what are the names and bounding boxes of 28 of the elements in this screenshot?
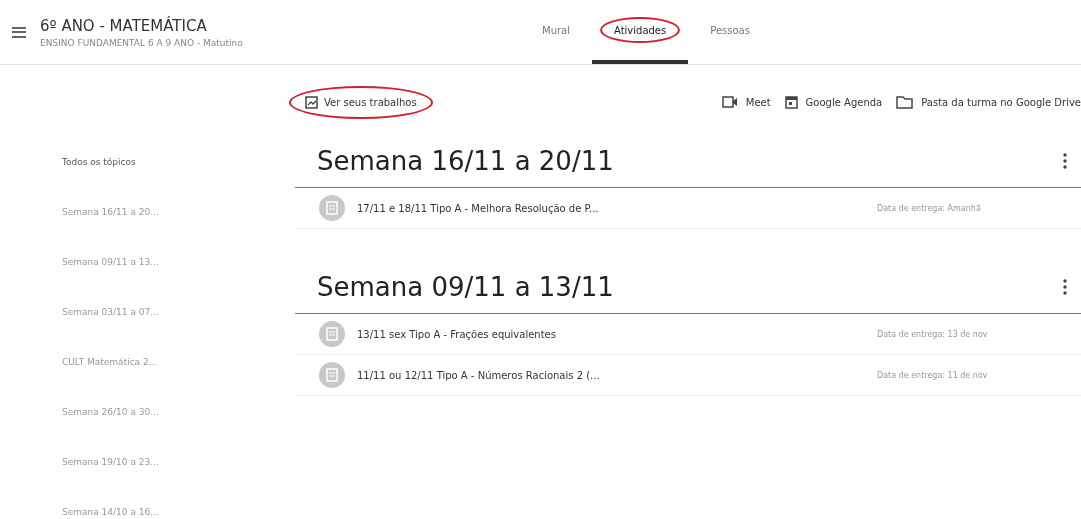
- class-subtitle: ENSINO FUNDAMENTAL 6 A 9 ANO - Matutino: [40, 37, 244, 48]
- nav-tab[interactable]: Pessoas: [688, 0, 772, 64]
- topic-link[interactable]: Todos os tópicos: [0, 157, 295, 207]
- toolbar-link[interactable]: Meet: [721, 95, 771, 109]
- nav-tab[interactable]: Atividades: [592, 0, 689, 64]
- calendar-icon: [784, 95, 798, 109]
- assignment-icon: [319, 362, 345, 388]
- assignment-icon: [305, 95, 318, 109]
- due-date: Data de entrega: 11 de nov: [877, 370, 988, 380]
- assignment-title[interactable]: 17/11 e 18/11 Tipo A - Melhora Resolução de P...: [357, 202, 877, 214]
- more-options-icon[interactable]: [1063, 279, 1067, 295]
- folder-icon: [896, 95, 914, 109]
- video-camera-icon: [721, 96, 738, 108]
- class-title: 6º ANO - MATEMÁTICA: [40, 16, 208, 35]
- assignment-icon: [319, 321, 345, 347]
- your-work-button[interactable]: Ver seus trabalhos: [289, 85, 433, 119]
- menu-icon[interactable]: [12, 26, 26, 38]
- due-date: Data de entrega: Amanhã: [877, 203, 981, 213]
- nav-tab[interactable]: Mural: [520, 0, 592, 64]
- topic-title: Semana 09/11 a 13/11: [317, 272, 614, 302]
- assignment-title[interactable]: 13/11 sex Tipo A - Frações equivalentes: [357, 328, 877, 340]
- toolbar-link[interactable]: Pasta da turma no Google Drive: [896, 95, 1081, 109]
- more-options-icon[interactable]: [1063, 153, 1067, 169]
- assignment-icon: [319, 195, 345, 221]
- assignment-title[interactable]: 11/11 ou 12/11 Tipo A - Números Racionais 2 (...: [357, 369, 877, 381]
- due-date: Data de entrega: 13 de nov: [877, 329, 988, 339]
- topic-title: Semana 16/11 a 20/11: [317, 146, 614, 176]
- toolbar-link[interactable]: Google Agenda: [784, 95, 883, 109]
